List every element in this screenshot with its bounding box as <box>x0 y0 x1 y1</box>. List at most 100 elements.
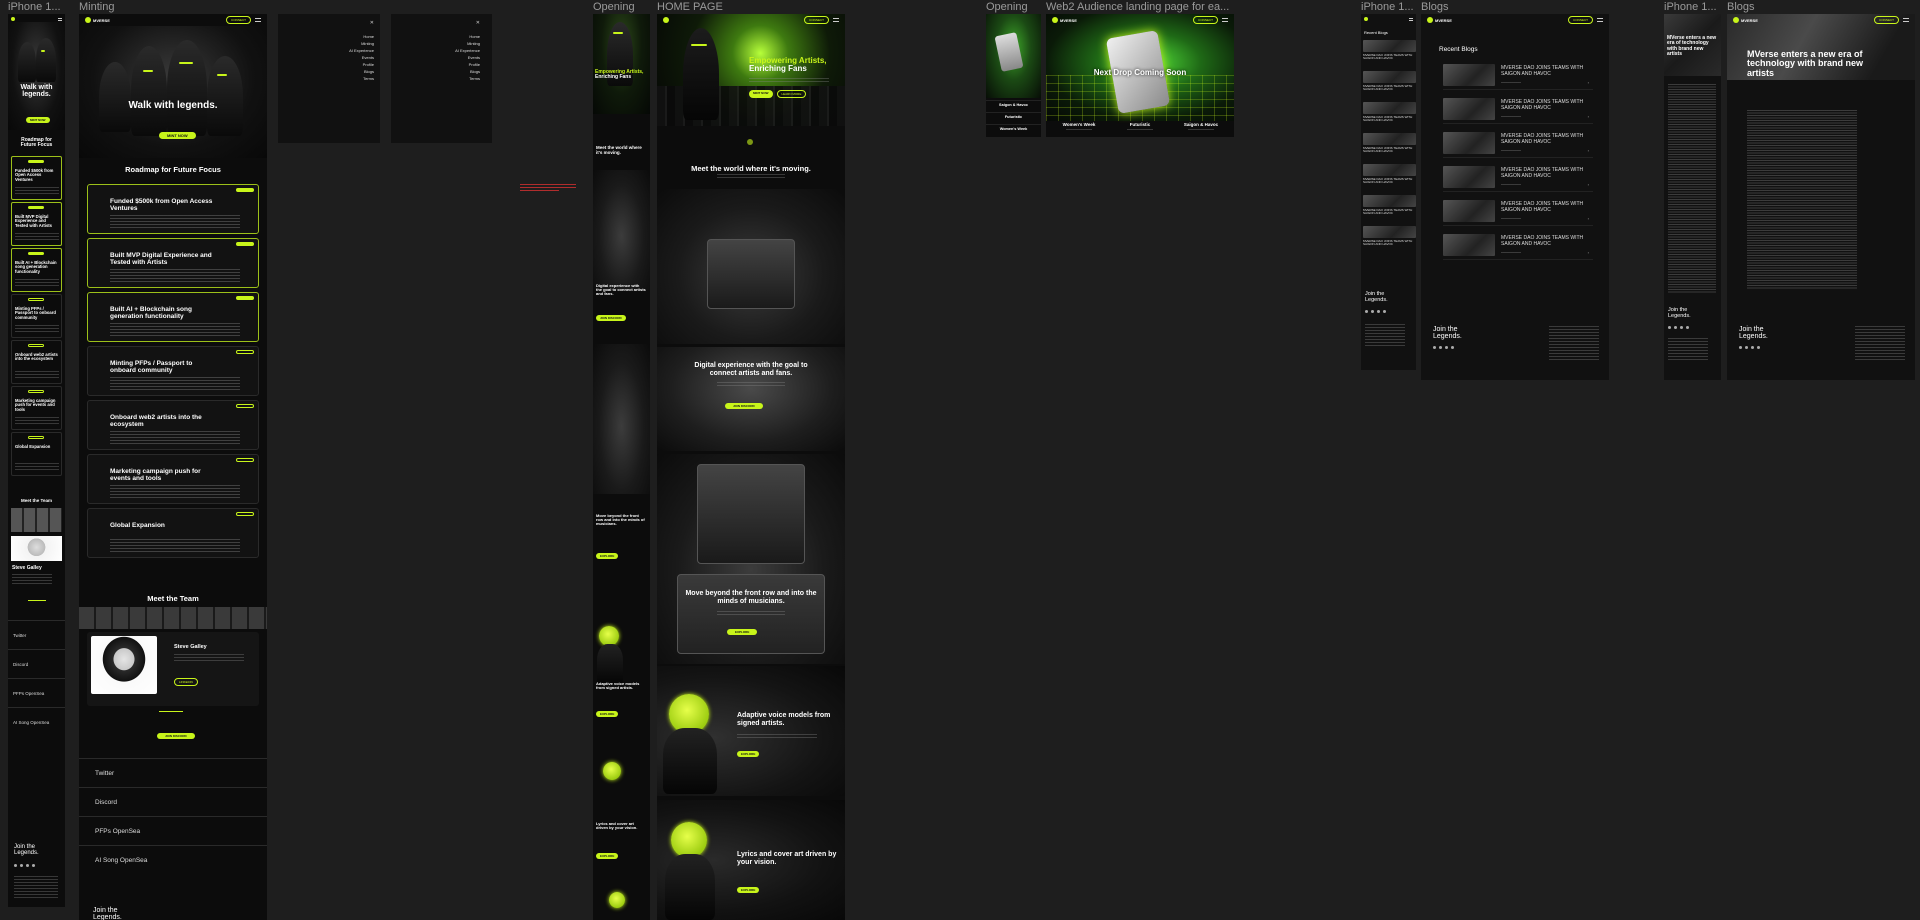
drop-card[interactable]: Futuristic <box>1111 122 1169 136</box>
roadmap-card: Global Expansion <box>11 432 62 476</box>
cta-button[interactable]: JOIN DISCORD <box>725 394 763 412</box>
logo[interactable] <box>11 17 15 21</box>
footer-link[interactable]: PFPs OpenSea <box>79 816 267 845</box>
menu-icon[interactable] <box>833 18 839 22</box>
footer-link[interactable]: AI Song OpenSea <box>8 707 65 736</box>
drop-card[interactable]: Women's Week <box>986 124 1041 136</box>
connect-wallet-button[interactable]: CONNECT <box>1568 16 1593 24</box>
blog-item[interactable]: MVERSE DAO JOINS TEAMS WITH SAIGON AND H… <box>1443 198 1593 226</box>
logo[interactable]: MVERSE <box>85 17 110 23</box>
blog-item[interactable]: MVERSE DAO JOINS TEAMS WITH SAIGON AND H… <box>1443 96 1593 124</box>
menu-item-minting[interactable]: Minting <box>467 41 480 46</box>
blog-item[interactable]: MVERSE DAO JOINS TEAMS WITH SAIGON AND H… <box>1443 130 1593 158</box>
connect-wallet-button[interactable]: CONNECT <box>1193 16 1218 24</box>
menu-item-home[interactable]: Home <box>469 34 480 39</box>
logo[interactable]: MVERSE <box>1733 17 1758 23</box>
logo[interactable] <box>1364 17 1368 21</box>
logo[interactable]: MVERSE <box>1052 17 1077 23</box>
menu-icon[interactable] <box>1409 17 1413 21</box>
roadmap-card: Global Expansion <box>87 508 259 558</box>
frame-label-minting[interactable]: Minting <box>79 1 114 13</box>
menu-item-blogs[interactable]: Blogs <box>470 69 480 74</box>
mint-button[interactable]: MINT NOW <box>159 124 196 142</box>
drop-card[interactable]: Women's Week <box>1050 122 1108 136</box>
drop-card[interactable]: Saigon & Havoc <box>1172 122 1230 136</box>
menu-item-minting[interactable]: Minting <box>361 41 374 46</box>
blog-item[interactable]: MVERSE DAO JOINS TEAMS WITH SAIGON AND H… <box>1363 164 1416 192</box>
menu-item-events[interactable]: Events <box>468 55 480 60</box>
cta-button[interactable]: EXPLORE <box>737 878 760 896</box>
menu-icon[interactable] <box>1903 18 1909 22</box>
close-icon[interactable]: ✕ <box>370 20 374 26</box>
cta-button[interactable]: EXPLORE <box>737 742 760 760</box>
frame-label-iphone[interactable]: iPhone 1... <box>1361 1 1416 13</box>
frame-label-blogs[interactable]: Blogs <box>1727 1 1755 13</box>
blog-item[interactable]: MVERSE DAO JOINS TEAMS WITH SAIGON AND H… <box>1363 40 1416 68</box>
footer-link[interactable]: Twitter <box>8 620 65 649</box>
menu-item-terms[interactable]: Terms <box>363 76 374 81</box>
blog-item[interactable]: MVERSE DAO JOINS TEAMS WITH SAIGON AND H… <box>1363 71 1416 99</box>
connect-wallet-button[interactable]: CONNECT <box>804 16 829 24</box>
menu-item-home[interactable]: Home <box>363 34 374 39</box>
social-icons[interactable] <box>1739 346 1760 349</box>
footer-link[interactable]: Twitter <box>79 758 267 787</box>
connect-wallet-button[interactable]: CONNECT <box>226 16 251 24</box>
cta-button[interactable]: EXPLORE <box>727 620 758 638</box>
menu-item-profile[interactable]: Profile <box>469 62 480 67</box>
blog-item[interactable]: MVERSE DAO JOINS TEAMS WITH SAIGON AND H… <box>1363 195 1416 223</box>
blog-item[interactable]: MVERSE DAO JOINS TEAMS WITH SAIGON AND H… <box>1443 232 1593 260</box>
learn-more-button[interactable]: LEARN MORE <box>776 90 807 98</box>
menu-icon[interactable] <box>255 18 261 22</box>
cta-button[interactable]: EXPLORE <box>596 544 619 562</box>
blog-item[interactable]: MVERSE DAO JOINS TEAMS WITH SAIGON AND H… <box>1363 102 1416 130</box>
menu-icon[interactable] <box>58 17 62 21</box>
team-avatars-strip[interactable] <box>79 607 267 629</box>
menu-item-blogs[interactable]: Blogs <box>364 69 374 74</box>
cta-button[interactable]: EXPLORE <box>596 702 619 720</box>
menu-item-ai-experience[interactable]: AI Experience <box>349 48 374 53</box>
logo[interactable]: MVERSE <box>1427 17 1452 23</box>
frame-label-opening[interactable]: Opening <box>986 1 1028 13</box>
drop-card[interactable]: Futuristic <box>986 112 1041 124</box>
blog-item[interactable]: MVERSE DAO JOINS TEAMS WITH SAIGON AND H… <box>1443 164 1593 192</box>
menu-item-events[interactable]: Events <box>362 55 374 60</box>
social-icons[interactable] <box>14 864 35 867</box>
connect-wallet-button[interactable]: CONNECT <box>1874 16 1899 24</box>
footer-link[interactable]: PFPs OpenSea <box>8 678 65 707</box>
menu-icon[interactable] <box>1222 18 1228 22</box>
menu-item-profile[interactable]: Profile <box>363 62 374 67</box>
menu-item-terms[interactable]: Terms <box>469 76 480 81</box>
menu-item-ai-experience[interactable]: AI Experience <box>455 48 480 53</box>
footer-link[interactable]: Discord <box>8 649 65 678</box>
frame-label-opening[interactable]: Opening <box>593 1 635 13</box>
blogs-title: Recent Blogs <box>1364 30 1388 35</box>
blogs-frame: MVERSE CONNECT Recent Blogs MVERSE DAO J… <box>1421 14 1609 380</box>
cta-button[interactable]: JOIN DISCORD <box>596 306 626 324</box>
social-icons[interactable] <box>1433 346 1454 349</box>
social-icons[interactable] <box>1365 310 1386 313</box>
blog-item[interactable]: MVERSE DAO JOINS TEAMS WITH SAIGON AND H… <box>1363 133 1416 161</box>
close-icon[interactable]: ✕ <box>476 20 480 26</box>
mint-button[interactable]: MINT NOW <box>26 108 50 126</box>
frame-label-web2[interactable]: Web2 Audience landing page for ea... <box>1046 1 1236 13</box>
footer-link[interactable]: AI Song OpenSea <box>79 845 267 874</box>
frame-label-iphone[interactable]: iPhone 1... <box>8 1 63 13</box>
frame-label-blogs[interactable]: Blogs <box>1421 1 1449 13</box>
carousel-dots[interactable] <box>28 600 46 601</box>
frame-label-homepage[interactable]: HOME PAGE <box>657 1 723 13</box>
member-link-button[interactable]: LINKEDIN <box>174 670 198 688</box>
drop-card[interactable]: Saigon & Havoc <box>986 100 1041 112</box>
join-discord-button[interactable]: JOIN DISCORD <box>157 724 195 742</box>
footer-link[interactable]: Discord <box>79 787 267 816</box>
social-icons[interactable] <box>1668 326 1689 329</box>
carousel-dots[interactable] <box>159 711 183 712</box>
mint-button[interactable]: MINT NOW <box>749 90 773 98</box>
cta-button[interactable]: EXPLORE <box>596 844 619 862</box>
menu-icon[interactable] <box>1597 18 1603 22</box>
blog-item[interactable]: MVERSE DAO JOINS TEAMS WITH SAIGON AND H… <box>1363 226 1416 254</box>
frame-label-iphone[interactable]: iPhone 1... <box>1664 1 1719 13</box>
logo[interactable] <box>663 17 669 23</box>
blog-item[interactable]: MVERSE DAO JOINS TEAMS WITH SAIGON AND H… <box>1443 62 1593 90</box>
web2-mobile-hero <box>986 14 1041 98</box>
roadmap-description <box>110 485 240 499</box>
